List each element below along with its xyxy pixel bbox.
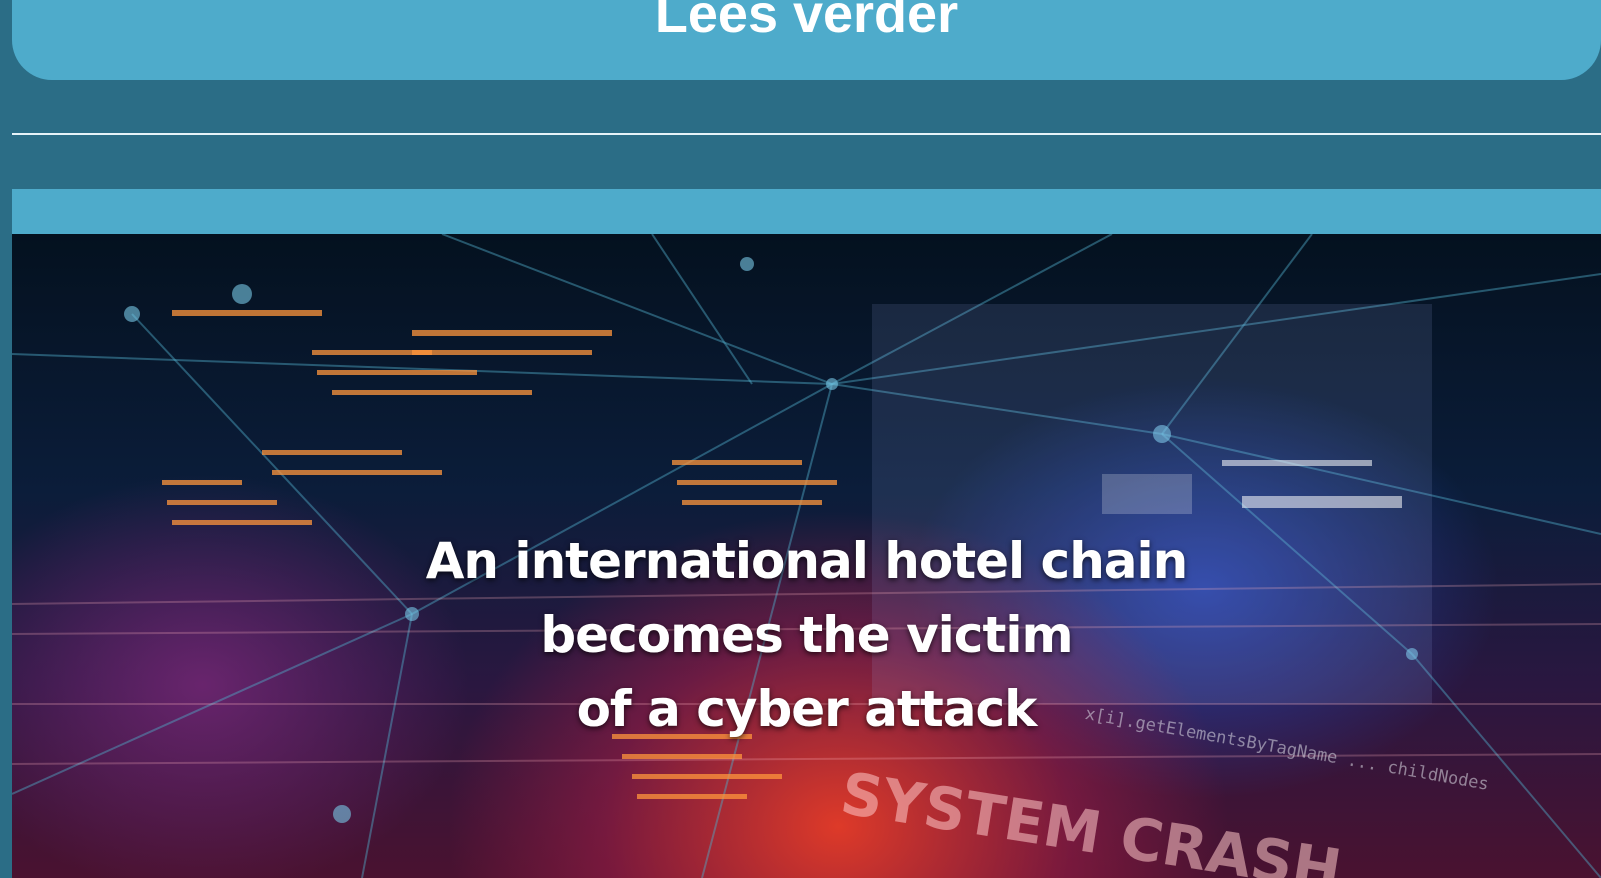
image-headline: An international hotel chain becomes the… bbox=[12, 524, 1601, 746]
headline-line: of a cyber attack bbox=[576, 680, 1038, 738]
headline-line: An international hotel chain bbox=[425, 532, 1189, 590]
read-more-button[interactable]: Lees verder bbox=[12, 0, 1601, 80]
divider bbox=[12, 133, 1601, 135]
headline-line: becomes the victim bbox=[540, 606, 1073, 664]
page: Lees verder An international hotel chain… bbox=[0, 0, 1601, 878]
article-card[interactable]: An international hotel chain becomes the… bbox=[12, 189, 1601, 878]
read-more-label: Lees verder bbox=[654, 0, 959, 44]
article-image[interactable]: An international hotel chain becomes the… bbox=[12, 234, 1601, 878]
